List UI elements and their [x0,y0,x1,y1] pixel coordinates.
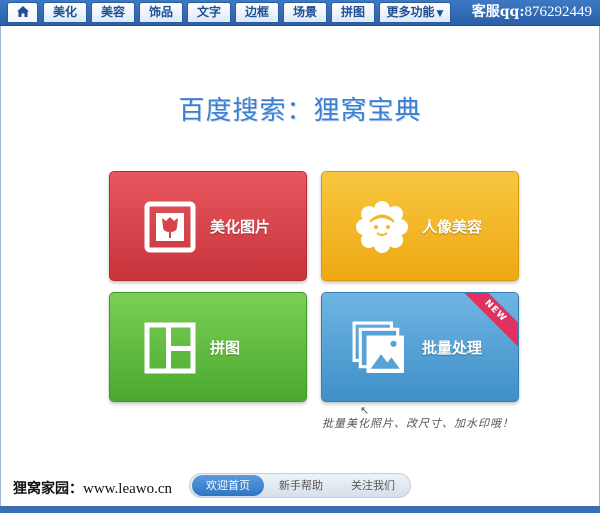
site-label: 狸窝家园： [13,481,83,497]
portrait-beauty-label: 人像美容 [422,218,483,236]
face-flower-icon [356,201,408,253]
beautify-photo-label: 美化图片 [210,218,271,236]
tab-more-label: 更多功能 [386,5,435,19]
bottom-bar [0,506,600,513]
tab-scene[interactable]: 场景 [283,2,327,23]
nav-beginner-help[interactable]: 新手帮助 [266,475,336,496]
site-info: 狸窝家园：www.leawo.cn [13,478,172,498]
stacked-photos-icon [352,321,404,373]
tab-home[interactable] [7,2,38,23]
beautify-photo-button[interactable]: 美化图片 [109,171,307,281]
tab-accessories[interactable]: 饰品 [139,2,183,23]
top-toolbar: 美化 美容 饰品 文字 边框 场景 拼图 更多功能 ▼ 客服qq:87629244… [0,0,600,26]
tab-beautify[interactable]: 美化 [43,2,87,23]
flower-photo-icon [144,201,196,253]
nav-welcome-home[interactable]: 欢迎首页 [192,475,264,496]
tab-collage[interactable]: 拼图 [331,2,375,23]
tab-border[interactable]: 边框 [235,2,279,23]
footer-nav: 欢迎首页 新手帮助 关注我们 [189,473,411,498]
collage-button[interactable]: 拼图 [109,292,307,402]
nav-follow-us[interactable]: 关注我们 [338,475,408,496]
home-icon [16,6,29,17]
caret-down-icon: ▼ [436,9,444,19]
portrait-beauty-button[interactable]: 人像美容 [321,171,519,281]
batch-hint-text: 批量美化照片、改尺寸、加水印哦！ [322,417,514,430]
tab-text[interactable]: 文字 [187,2,231,23]
batch-process-label: 批量处理 [422,339,483,357]
batch-process-button[interactable]: 批量处理 NEW [321,292,519,402]
tab-makeup[interactable]: 美容 [91,2,135,23]
service-label: 客服qq: [471,4,525,20]
page-headline: 百度搜索：狸窝宝典 [178,96,422,126]
grid-layout-icon [144,322,196,374]
site-url-link[interactable]: www.leawo.cn [83,481,172,497]
service-qq: 客服qq:876292449 [472,0,592,25]
collage-label: 拼图 [210,339,241,357]
service-number: 876292449 [524,4,593,20]
tab-more-features[interactable]: 更多功能 ▼ [379,2,451,23]
